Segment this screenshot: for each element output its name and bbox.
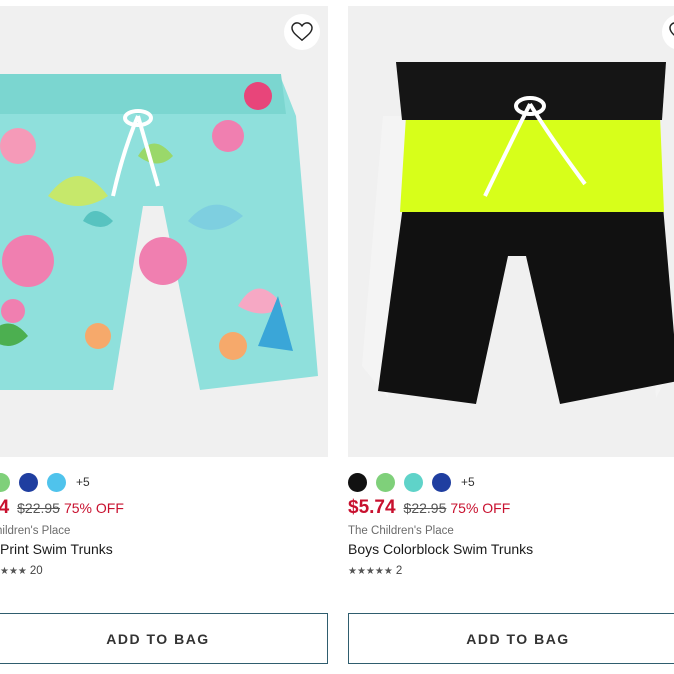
tropical-trunks-illustration (0, 74, 318, 390)
add-to-bag-button[interactable]: ADD TO BAG (0, 613, 328, 664)
star-rating-icon: ★★★ (0, 565, 27, 577)
original-price: $22.95 (17, 500, 60, 516)
star-rating-icon: ★★★★★ (348, 565, 393, 577)
more-colors-count[interactable]: +5 (461, 475, 475, 489)
review-count[interactable]: 20 (30, 565, 43, 577)
brand-name: hildren's Place (0, 525, 71, 537)
review-count[interactable]: 2 (396, 565, 402, 577)
rating: ★★★★★ 2 (348, 565, 402, 577)
more-colors-count[interactable]: +5 (76, 475, 90, 489)
price-row: 74 $22.95 75% OFF (0, 497, 124, 519)
product-name-link[interactable]: Boys Colorblock Swim Trunks (348, 541, 533, 557)
price-row: $5.74 $22.95 75% OFF (348, 497, 510, 519)
discount-label: 75% OFF (63, 500, 124, 516)
wishlist-button[interactable] (284, 14, 320, 50)
color-swatch-navy[interactable] (19, 472, 38, 492)
product-image-colorblock-trunks[interactable] (348, 6, 674, 457)
color-swatch-green[interactable] (376, 472, 395, 492)
product-card-colorblock[interactable]: +5 $5.74 $22.95 75% OFF The Children's P… (348, 0, 674, 674)
sale-price: 74 (0, 497, 10, 518)
heart-outline-icon (291, 22, 313, 42)
product-image-tropical-trunks[interactable] (0, 6, 328, 457)
color-swatches: +5 (0, 472, 90, 492)
colorblock-trunks-illustration (362, 62, 674, 404)
color-swatch-sky[interactable] (47, 472, 66, 492)
color-swatch-aqua[interactable] (404, 472, 423, 492)
brand-name: The Children's Place (348, 525, 454, 537)
color-swatch-black[interactable] (348, 472, 367, 492)
sale-price: $5.74 (348, 497, 396, 518)
original-price: $22.95 (403, 500, 447, 516)
color-swatch-green[interactable] (0, 472, 10, 492)
discount-label: 75% OFF (450, 500, 511, 516)
product-name-link[interactable]: Print Swim Trunks (0, 541, 113, 557)
heart-outline-icon (669, 22, 674, 36)
color-swatches: +5 (348, 472, 475, 492)
color-swatch-navy[interactable] (432, 472, 451, 492)
add-to-bag-button[interactable]: ADD TO BAG (348, 613, 674, 664)
product-card-tropical[interactable]: +5 74 $22.95 75% OFF hildren's Place Pri… (0, 0, 328, 674)
rating: ★★★ 20 (0, 565, 43, 577)
